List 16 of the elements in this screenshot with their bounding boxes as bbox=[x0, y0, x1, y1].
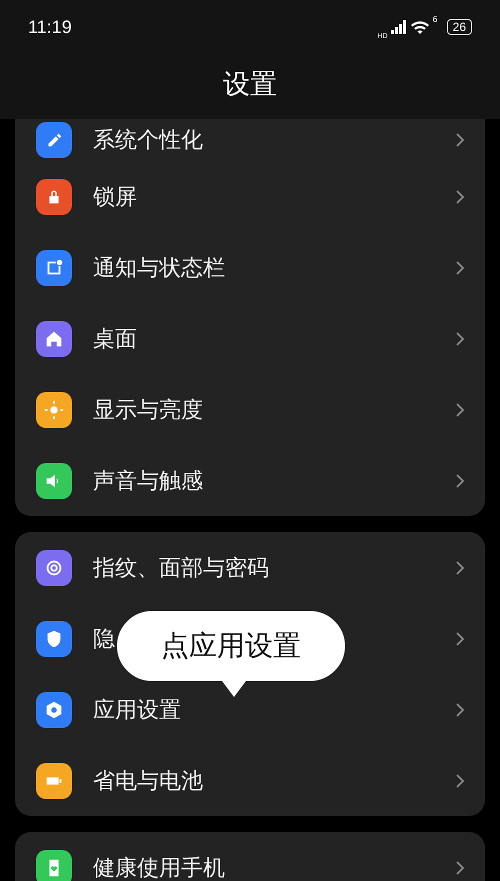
item-label: 桌面 bbox=[93, 326, 137, 354]
item-label: 锁屏 bbox=[93, 184, 137, 212]
item-label: 健康使用手机 bbox=[93, 854, 225, 881]
item-label: 通知与状态栏 bbox=[93, 254, 225, 282]
item-label: 显示与亮度 bbox=[93, 396, 203, 424]
item-label: 应用设置 bbox=[93, 696, 181, 724]
item-label: 指纹、面部与密码 bbox=[93, 554, 269, 582]
item-label: 声音与触感 bbox=[93, 468, 203, 496]
item-label: 系统个性化 bbox=[93, 127, 203, 155]
wifi-label: 6 bbox=[432, 14, 438, 24]
item-label: 隐 bbox=[93, 626, 115, 654]
status-time: 11:19 bbox=[28, 16, 72, 38]
item-label: 省电与电池 bbox=[93, 768, 203, 796]
tooltip-text: 点应用设置 bbox=[161, 628, 301, 664]
page-title: 设置 bbox=[222, 68, 278, 102]
battery-indicator: 26 bbox=[446, 19, 472, 35]
